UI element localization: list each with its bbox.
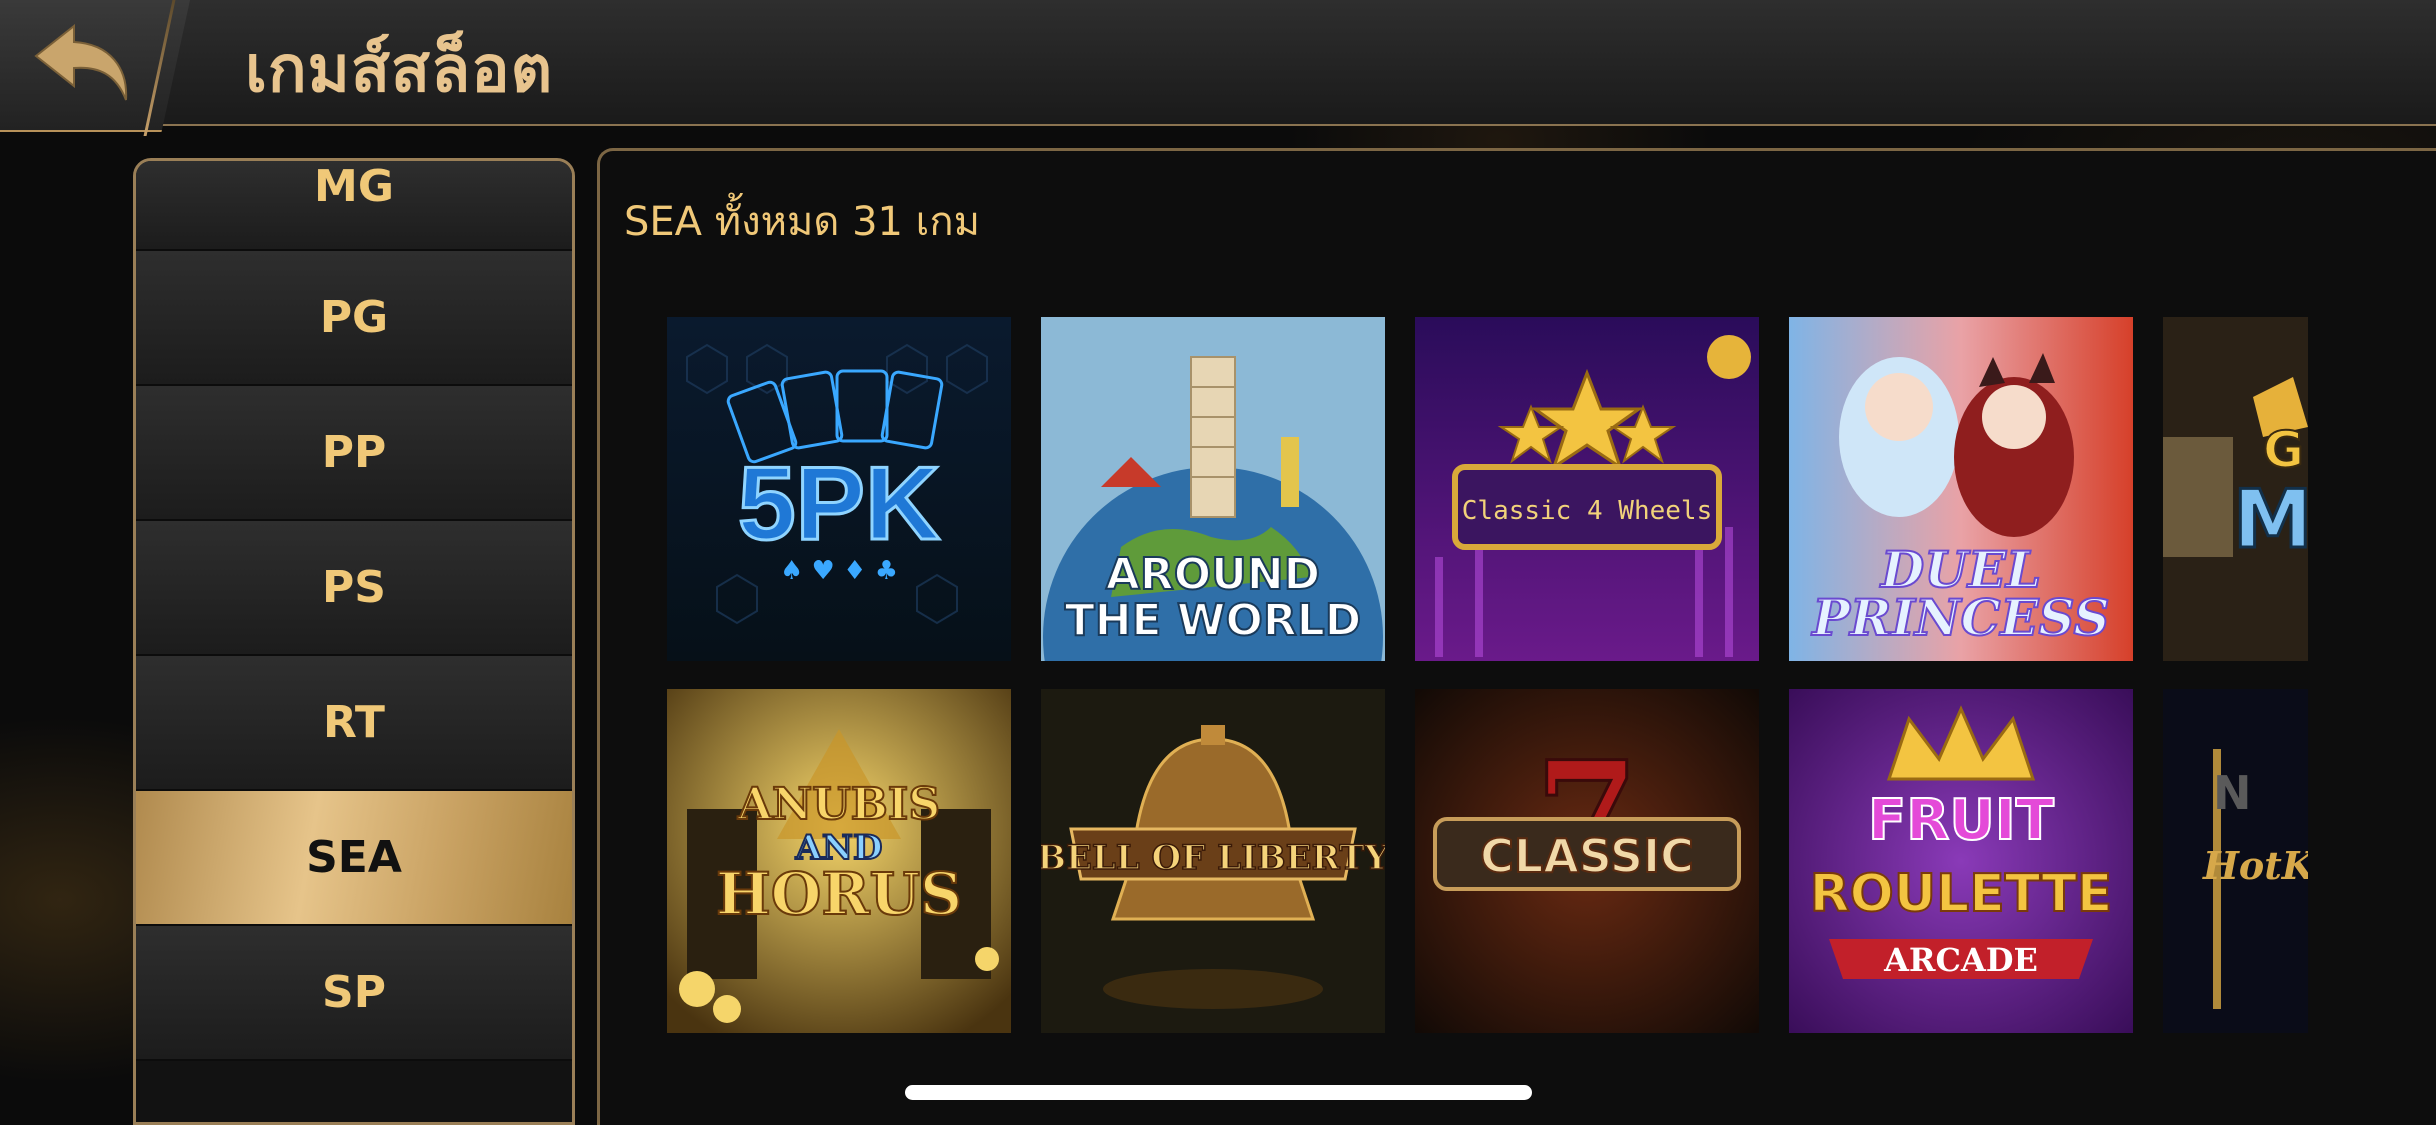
game-title-line2: HotKe — [2202, 843, 2308, 888]
game-thumbnail-fruit-roulette-arcade: FRUIT ROULETTE ARCADE — [1789, 689, 2133, 1033]
sidebar-item-label: SEA — [306, 832, 402, 883]
game-title-text: 5PK — [738, 446, 940, 562]
sidebar-item-label: PG — [319, 292, 389, 343]
game-title-line1: AROUND — [1106, 549, 1320, 600]
sidebar-item-ps[interactable]: PS — [136, 521, 572, 656]
game-title-line2: CLASSIC — [1480, 829, 1694, 883]
game-list-panel: SEA ทั้งหมด 31 เกม 5PK ♠ ♥ ♦ ♣ AROUND TH… — [597, 148, 2436, 1125]
game-thumbnail-duel-princess: DUEL PRINCESS — [1789, 317, 2133, 661]
game-title-line1: N — [2213, 766, 2252, 820]
game-tile-classic-4-wheels[interactable]: Classic 4 Wheels — [1415, 317, 1759, 661]
game-title-line1: FRUIT — [1868, 788, 2054, 853]
game-title-line1: ANUBIS — [737, 779, 940, 830]
game-tile-around-the-world[interactable]: AROUND THE WORLD — [1041, 317, 1385, 661]
game-thumbnail-around-the-world: AROUND THE WORLD — [1041, 317, 1385, 661]
sidebar-item-sp[interactable]: SP — [136, 926, 572, 1061]
game-title-line2: ROULETTE — [1810, 864, 2113, 924]
sidebar-item-pg[interactable]: PG — [136, 251, 572, 386]
game-tile-anubis-and-horus[interactable]: ANUBIS AND HORUS — [667, 689, 1011, 1033]
game-tile-duel-princess[interactable]: DUEL PRINCESS — [1789, 317, 2133, 661]
sidebar-item-label: PS — [322, 562, 386, 613]
home-indicator[interactable] — [905, 1085, 1532, 1100]
game-title-line2: MI — [2233, 473, 2308, 566]
game-tile-7-classic[interactable]: 7 CLASSIC — [1415, 689, 1759, 1033]
game-count-label: SEA ทั้งหมด 31 เกม — [624, 199, 980, 245]
provider-sidebar: MG PG PP PS RT SEA SP — [133, 158, 575, 1125]
game-thumbnail-7-classic: 7 CLASSIC — [1415, 689, 1759, 1033]
sidebar-item-mg[interactable]: MG — [136, 161, 572, 251]
svg-text:♠ ♥ ♦ ♣: ♠ ♥ ♦ ♣ — [780, 556, 898, 586]
game-title-line3: HORUS — [716, 860, 962, 928]
game-thumbnail-partial-2: N HotKe — [2163, 689, 2308, 1033]
sidebar-item-rt[interactable]: RT — [136, 656, 572, 791]
game-title-line2: PRINCESS — [1810, 588, 2109, 647]
game-tile-bell-of-liberty[interactable]: BELL OF LIBERTY — [1041, 689, 1385, 1033]
game-thumbnail-classic-4-wheels: Classic 4 Wheels — [1415, 317, 1759, 661]
game-title-line1: G — [2263, 421, 2304, 479]
back-arrow-icon — [34, 23, 128, 101]
sidebar-item-sea[interactable]: SEA — [136, 791, 572, 926]
sidebar-item-label: PP — [321, 427, 387, 478]
game-thumbnail-bell-of-liberty: BELL OF LIBERTY — [1041, 689, 1385, 1033]
back-button[interactable] — [28, 18, 138, 108]
game-grid: 5PK ♠ ♥ ♦ ♣ AROUND THE WORLD Classic 4 W… — [667, 317, 2367, 1037]
page-title: เกมส์สล็อต — [245, 33, 554, 107]
game-thumbnail-5pk: 5PK ♠ ♥ ♦ ♣ — [667, 317, 1011, 661]
sidebar-item-label: RT — [323, 697, 385, 748]
game-thumbnail-anubis-and-horus: ANUBIS AND HORUS — [667, 689, 1011, 1033]
game-tile-fruit-roulette-arcade[interactable]: FRUIT ROULETTE ARCADE — [1789, 689, 2133, 1033]
top-bar: เกมส์สล็อต — [0, 0, 2436, 136]
game-tile-partial-1[interactable]: G MI — [2163, 317, 2308, 661]
game-title-text: BELL OF LIBERTY — [1041, 838, 1385, 878]
game-title-line2: THE WORLD — [1065, 595, 1362, 646]
sidebar-item-label: MG — [314, 161, 394, 212]
game-title-line3: ARCADE — [1883, 941, 2038, 979]
game-title-text: Classic 4 Wheels — [1462, 496, 1712, 526]
sidebar-item-label: SP — [322, 967, 386, 1018]
game-tile-5pk[interactable]: 5PK ♠ ♥ ♦ ♣ — [667, 317, 1011, 661]
game-thumbnail-partial-1: G MI — [2163, 317, 2308, 661]
game-tile-partial-2[interactable]: N HotKe — [2163, 689, 2308, 1033]
sidebar-item-pp[interactable]: PP — [136, 386, 572, 521]
